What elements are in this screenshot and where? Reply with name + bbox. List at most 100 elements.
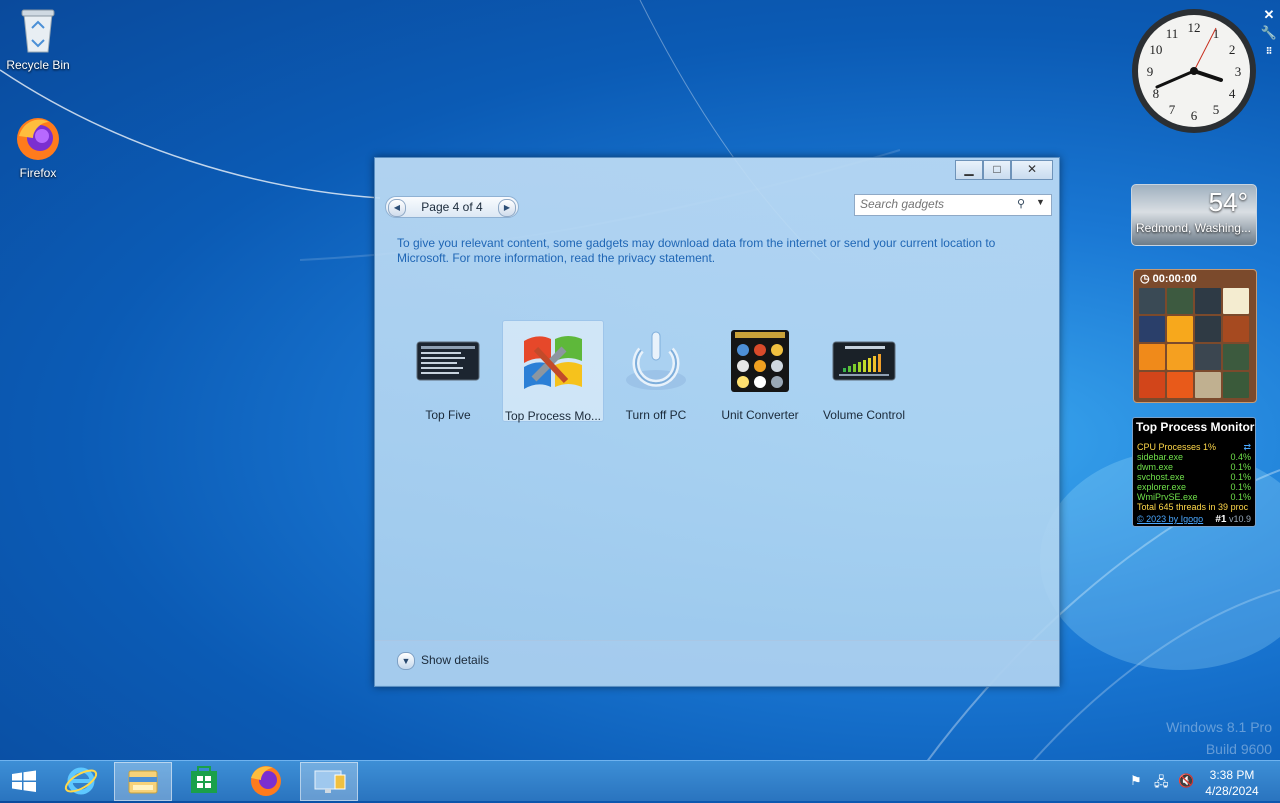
gadget-name: Turn off PC <box>625 408 687 422</box>
clock-numeral: 11 <box>1166 26 1179 41</box>
network-icon[interactable]: 🖧 <box>1154 773 1169 795</box>
start-button[interactable] <box>0 762 48 799</box>
taskbar-store[interactable] <box>176 762 232 799</box>
gadget-name: Top Process Mo... <box>504 409 602 423</box>
puzzle-tile[interactable] <box>1167 372 1193 398</box>
puzzle-tile[interactable] <box>1139 344 1165 370</box>
gallery-toolbar: ◀ Page 4 of 4 ▶ ⚲ ▼ <box>375 194 1059 228</box>
search-icon[interactable]: ⚲ <box>1017 197 1025 210</box>
process-name: WmiPrvSE.exe <box>1137 492 1198 502</box>
gadget-item-top-process-monitor[interactable]: Top Process Mo... <box>502 320 604 423</box>
puzzle-tile[interactable] <box>1223 372 1249 398</box>
drag-handle-icon[interactable]: ⠿ <box>1260 42 1278 60</box>
clock-numeral: 8 <box>1153 86 1160 101</box>
weather-location: Redmond, Washing... <box>1136 221 1251 235</box>
puzzle-tile[interactable] <box>1195 344 1221 370</box>
puzzle-tile[interactable] <box>1139 372 1165 398</box>
gadget-item-turn-off-pc[interactable]: Turn off PC <box>606 320 706 422</box>
tpm-title: Top Process Monitor <box>1136 420 1255 434</box>
puzzle-tile[interactable] <box>1139 316 1165 342</box>
process-value: 0.4% <box>1230 452 1251 462</box>
puzzle-grid <box>1139 288 1249 398</box>
page-navigator: ◀ Page 4 of 4 ▶ <box>385 196 519 218</box>
minimize-button[interactable]: ▁ <box>955 160 983 180</box>
show-details-button[interactable]: Show details <box>421 653 489 667</box>
close-button[interactable]: ✕ <box>1011 160 1053 180</box>
process-value: 0.1% <box>1230 462 1251 472</box>
internet-explorer-icon <box>64 767 98 795</box>
privacy-notice[interactable]: To give you relevant content, some gadge… <box>397 236 1017 266</box>
top-five-thumbnail-icon <box>415 328 481 394</box>
puzzle-tile[interactable] <box>1223 288 1249 314</box>
clock-numeral: 2 <box>1229 42 1236 57</box>
watermark-line: Build 9600 <box>1205 741 1272 757</box>
firefox-icon <box>251 766 281 796</box>
volume-muted-icon[interactable]: 🔇 <box>1178 773 1194 789</box>
recycle-bin-desktop-icon[interactable]: Recycle Bin <box>0 8 76 72</box>
gadget-name: Unit Converter <box>721 408 799 422</box>
gadgets-icon <box>314 770 346 793</box>
refresh-icon[interactable]: ⇄ <box>1243 442 1251 452</box>
puzzle-tile[interactable] <box>1139 288 1165 314</box>
process-name: explorer.exe <box>1137 482 1187 492</box>
taskbar-firefox[interactable] <box>238 762 294 799</box>
puzzle-tile[interactable] <box>1167 344 1193 370</box>
maximize-button[interactable]: □ <box>983 160 1011 180</box>
search-gadgets-input[interactable] <box>855 195 1010 213</box>
gadget-name: Top Five <box>425 408 471 422</box>
taskbar-internet-explorer[interactable] <box>54 762 110 799</box>
picture-puzzle-gadget[interactable]: ◷ 00:00:00 <box>1133 269 1257 403</box>
clock-numeral: 9 <box>1147 64 1154 79</box>
clock-gadget[interactable]: 12 1 2 3 4 5 6 7 8 9 10 11 <box>1131 8 1257 134</box>
tpm-footer: © 2023 by Igogo #1 v10.9 <box>1137 514 1251 525</box>
tpm-version-info: #1 v10.9 <box>1215 514 1251 525</box>
puzzle-tile[interactable] <box>1167 316 1193 342</box>
details-footer: ▼ Show details <box>375 640 1059 685</box>
tpm-process-row: sidebar.exe 0.4% <box>1137 452 1251 462</box>
tpm-process-row: WmiPrvSE.exe 0.1% <box>1137 492 1251 502</box>
clock-numeral: 10 <box>1149 42 1162 57</box>
firefox-desktop-icon[interactable]: Firefox <box>0 116 76 180</box>
puzzle-tile[interactable] <box>1195 316 1221 342</box>
next-page-button[interactable]: ▶ <box>498 199 516 217</box>
top-process-monitor-gadget[interactable]: Top Process Monitor CPU Processes 1% ⇄ s… <box>1132 417 1256 527</box>
puzzle-tile[interactable] <box>1167 288 1193 314</box>
tpm-header-label: CPU Processes 1% <box>1137 442 1217 452</box>
weather-temperature: 54° <box>1208 187 1248 217</box>
process-value: 0.1% <box>1230 492 1251 502</box>
clock-numeral: 5 <box>1213 102 1220 117</box>
tpm-credit-link[interactable]: © 2023 by Igogo <box>1137 514 1203 524</box>
taskbar-date: 4/28/2024 <box>1205 784 1259 798</box>
taskbar-time: 3:38 PM <box>1209 768 1255 782</box>
window-titlebar[interactable]: ▁ □ ✕ <box>375 158 1059 194</box>
wrench-icon[interactable]: 🔧 <box>1260 24 1278 42</box>
chevron-down-icon[interactable]: ▼ <box>1036 197 1045 207</box>
gadget-item-unit-converter[interactable]: Unit Converter <box>710 320 810 422</box>
tpm-process-row: explorer.exe 0.1% <box>1137 482 1251 492</box>
taskbar-desktop-gadgets[interactable] <box>300 762 358 801</box>
windows-logo-icon <box>12 770 36 792</box>
clock-numeral: 3 <box>1235 64 1242 79</box>
gadget-item-volume-control[interactable]: Volume Control <box>814 320 914 422</box>
close-icon[interactable]: ✕ <box>1260 6 1278 24</box>
taskbar-clock[interactable]: 3:38 PM 4/28/2024 <box>1196 767 1268 799</box>
top-process-monitor-thumbnail-icon <box>520 329 586 395</box>
puzzle-tile[interactable] <box>1195 288 1221 314</box>
gadget-gallery-window: ▁ □ ✕ ◀ Page 4 of 4 ▶ ⚲ ▼ To give you re… <box>374 157 1060 687</box>
taskbar-file-explorer[interactable] <box>114 762 172 801</box>
clock-numeral: 7 <box>1169 102 1176 117</box>
weather-gadget[interactable]: 54° Redmond, Washing... <box>1131 184 1257 246</box>
gadget-name: Volume Control <box>822 408 906 422</box>
clock-numeral: 4 <box>1229 86 1236 101</box>
puzzle-tile[interactable] <box>1223 344 1249 370</box>
chevron-down-icon[interactable]: ▼ <box>397 652 415 670</box>
puzzle-tile[interactable] <box>1195 372 1221 398</box>
clock-numeral: 12 <box>1188 20 1201 35</box>
process-value: 0.1% <box>1230 472 1251 482</box>
puzzle-tile[interactable] <box>1223 316 1249 342</box>
action-center-flag-icon[interactable]: ⚑ <box>1130 773 1142 789</box>
puzzle-timer: ◷ 00:00:00 <box>1140 273 1197 285</box>
taskbar: ⚑ 🖧 🔇 3:38 PM 4/28/2024 <box>0 760 1280 801</box>
gadget-item-top-five[interactable]: Top Five <box>398 320 498 422</box>
volume-control-thumbnail-icon <box>831 328 897 394</box>
